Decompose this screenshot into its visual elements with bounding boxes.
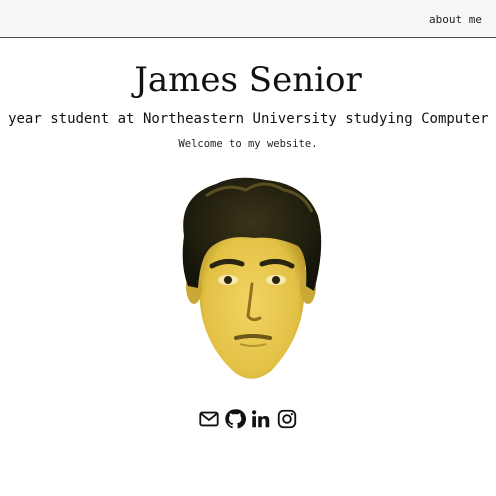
nav-link-about-me[interactable]: about me (429, 13, 482, 26)
linkedin-icon[interactable] (250, 408, 272, 430)
welcome-text: Welcome to my website. (178, 138, 318, 150)
mail-icon[interactable] (198, 408, 220, 430)
subtitle-text: year student at Northeastern University … (8, 111, 496, 127)
top-navbar: about me p (0, 0, 496, 38)
page-title: James Senior (134, 60, 362, 100)
github-icon[interactable] (224, 408, 246, 430)
nav-links: about me p (429, 13, 496, 26)
instagram-icon[interactable] (276, 408, 298, 430)
profile-portrait (182, 177, 322, 379)
social-links (0, 408, 496, 430)
page: about me p James Senior nd year student … (0, 0, 496, 496)
subtitle: nd year student at Northeastern Universi… (0, 106, 496, 128)
